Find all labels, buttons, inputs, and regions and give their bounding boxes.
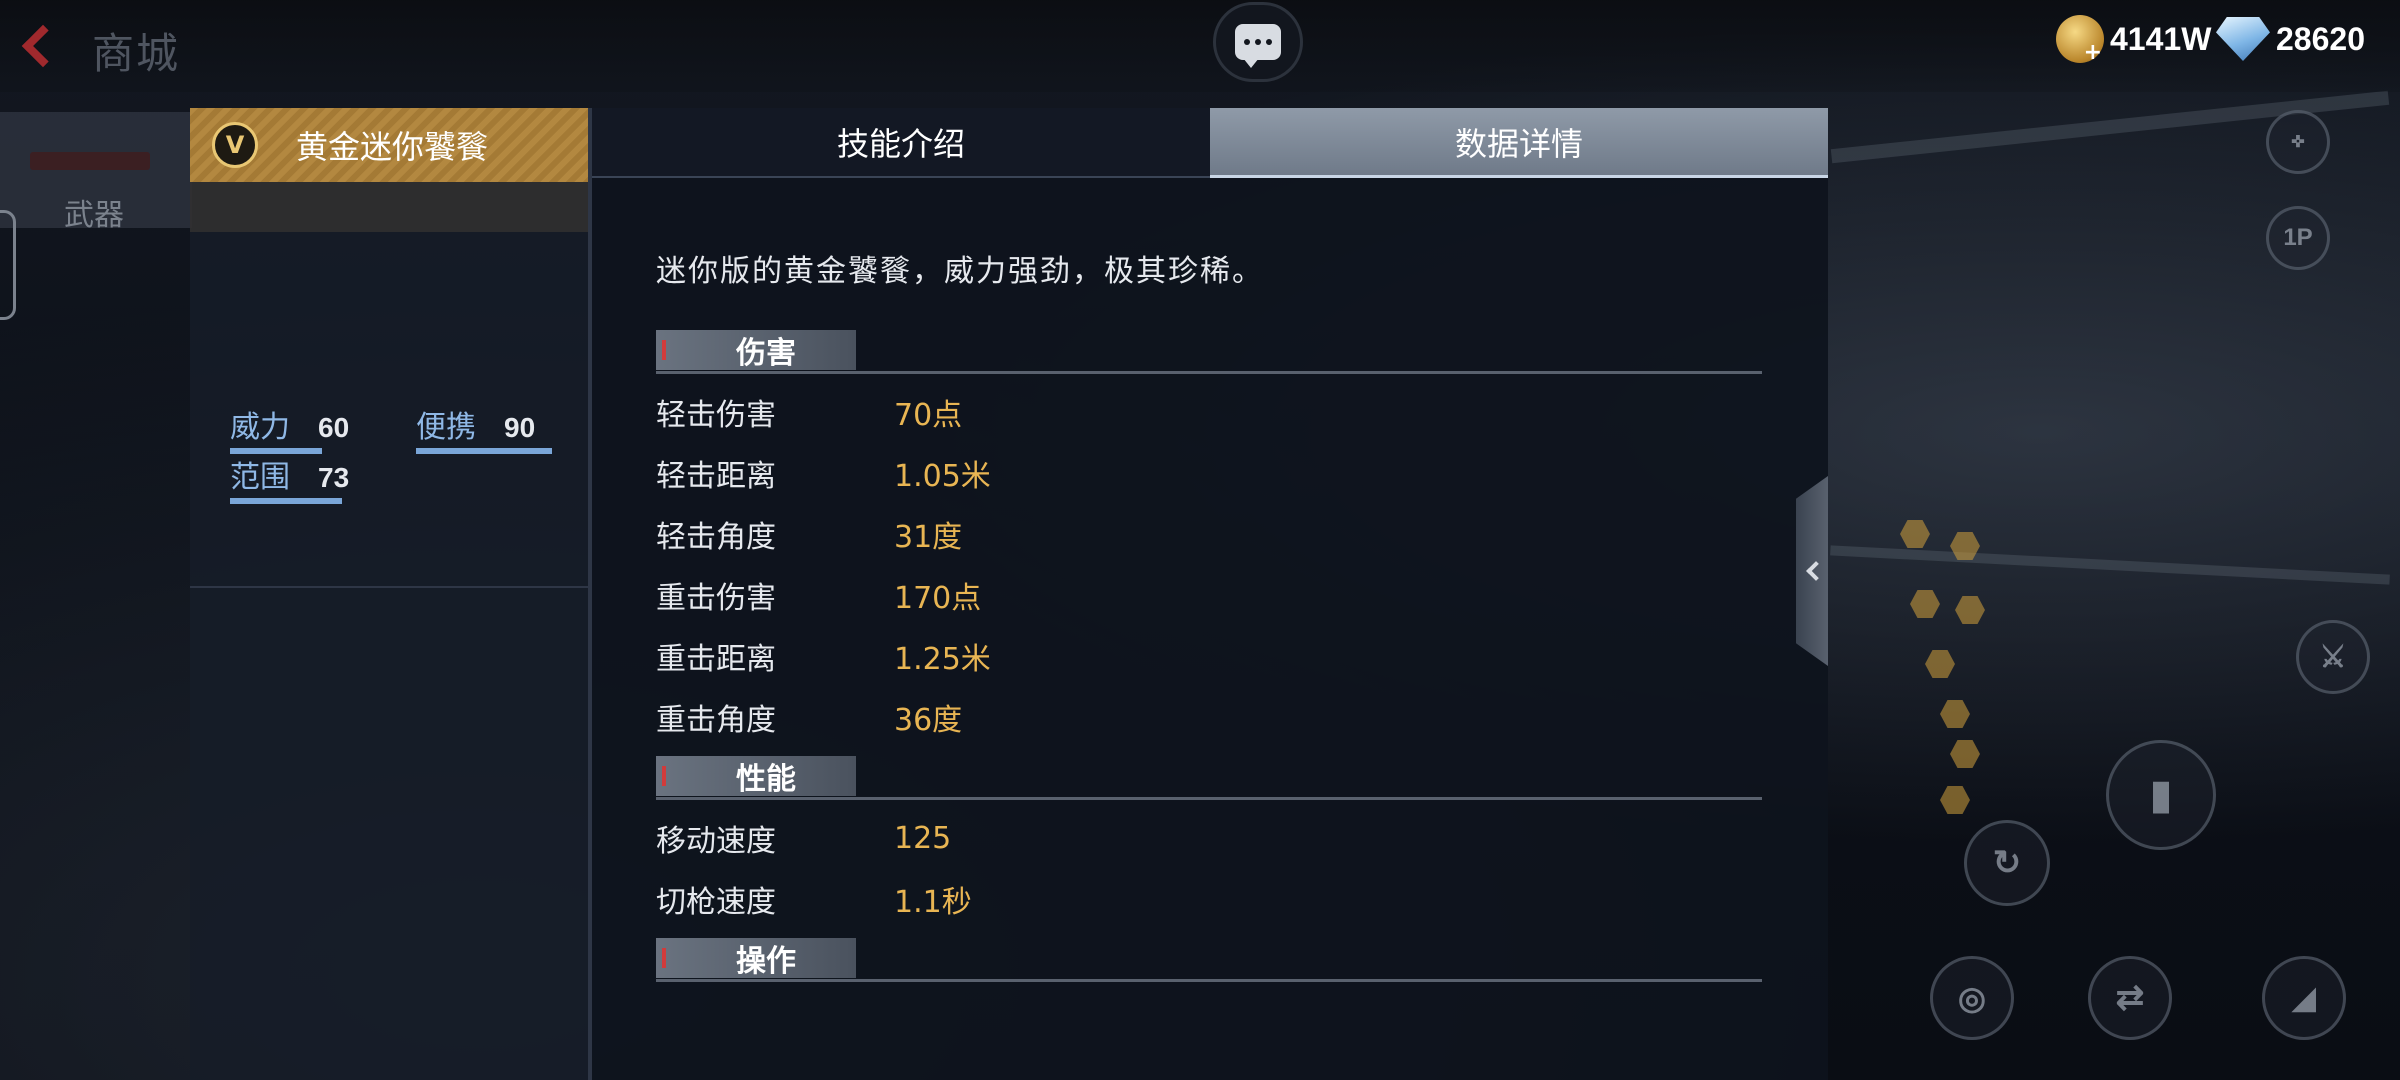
section-tag: 伤害	[656, 330, 856, 371]
weapon-name: 黄金迷你饕餮	[296, 128, 489, 166]
background-decoration	[1830, 545, 2390, 585]
weapon-header-strip	[190, 182, 588, 232]
row-label: 重击伤害	[656, 581, 776, 616]
weapon-stats: 威力 60 便携 90 范围 73	[190, 232, 588, 588]
row-value: 1.1秒	[894, 885, 972, 920]
row-value: 170点	[894, 581, 982, 616]
section-tag: 操作	[656, 938, 856, 979]
stat-value: 60	[318, 412, 350, 443]
stat-value: 90	[504, 412, 536, 443]
stat-label: 范围	[230, 460, 290, 495]
data-row: 移动速度 125	[656, 816, 951, 860]
section-tag: 性能	[656, 756, 856, 797]
row-value: 1.05米	[894, 459, 991, 494]
diamond-amount: 28620	[2276, 20, 2365, 57]
detail-tabs: 技能介绍 数据详情	[592, 108, 1828, 178]
page-title: 商城	[92, 29, 181, 78]
row-label: 切枪速度	[656, 885, 776, 920]
row-label: 轻击角度	[656, 520, 776, 555]
chat-button[interactable]	[1213, 2, 1303, 82]
top-bar: 商城 4141W 28620	[0, 0, 2400, 92]
weapon-description: 迷你版的黄金饕餮，威力强劲，极其珍稀。	[656, 254, 1264, 289]
weapon-summary-panel: V 黄金迷你饕餮 威力 60 便携 90 范围 73	[190, 108, 590, 1080]
data-row: 重击角度 36度	[656, 695, 962, 739]
back-button[interactable]	[6, 18, 66, 74]
row-value: 70点	[894, 398, 963, 433]
gun-icon	[30, 152, 150, 170]
gold-amount: 4141W	[2110, 20, 2212, 57]
gamepad-icon[interactable]: ✜	[2266, 110, 2330, 174]
sidebar-item-weapon[interactable]: 武器	[0, 112, 192, 233]
chat-icon	[1235, 24, 1281, 68]
section-title: 操作	[736, 944, 796, 979]
gold-currency[interactable]: 4141W	[2056, 14, 2212, 65]
reload-icon[interactable]: ↻	[1964, 820, 2050, 906]
data-row: 切枪速度 1.1秒	[656, 877, 972, 921]
weapon-detail-panel: 技能介绍 数据详情 迷你版的黄金饕餮，威力强劲，极其珍稀。 伤害 轻击伤害 70…	[590, 108, 1828, 1080]
section-damage: 伤害	[656, 330, 1762, 374]
row-label: 重击距离	[656, 642, 776, 677]
stat-value: 73	[318, 462, 350, 493]
diamond-icon	[2216, 17, 2270, 61]
section-title: 伤害	[736, 336, 796, 371]
stat-label: 威力	[230, 410, 290, 445]
chevron-left-icon	[1806, 561, 1826, 581]
stat-label: 便携	[416, 410, 476, 445]
row-label: 移动速度	[656, 824, 776, 859]
ammo-icon[interactable]: ▮	[2106, 740, 2216, 850]
collapse-panel-button[interactable]	[1796, 476, 1828, 666]
row-value: 125	[894, 820, 952, 856]
data-row: 轻击距离 1.05米	[656, 451, 991, 495]
data-row: 轻击角度 31度	[656, 512, 962, 556]
stat-bar	[416, 448, 552, 454]
tab-skill-intro[interactable]: 技能介绍	[592, 108, 1210, 178]
stat-power: 威力 60	[230, 402, 350, 454]
melee-icon[interactable]: ⚔	[2296, 620, 2370, 694]
row-label: 重击角度	[656, 703, 776, 738]
section-title: 性能	[736, 762, 796, 797]
grenade-icon[interactable]: ◎	[1930, 956, 2014, 1040]
data-row: 重击距离 1.25米	[656, 634, 991, 678]
data-row: 轻击伤害 70点	[656, 390, 962, 434]
row-value: 36度	[894, 703, 963, 738]
tab-data-details[interactable]: 数据详情	[1210, 108, 1828, 178]
gold-coin-icon	[2056, 15, 2104, 65]
side-drawer-handle[interactable]	[0, 210, 16, 320]
row-value: 31度	[894, 520, 963, 555]
switch-weapon-icon[interactable]: ⇄	[2088, 956, 2172, 1040]
stat-bar	[230, 498, 342, 504]
view-toggle-button[interactable]: 1P	[2266, 206, 2330, 270]
row-label: 轻击伤害	[656, 398, 776, 433]
sidebar-item-label: 武器	[64, 198, 124, 233]
row-label: 轻击距离	[656, 459, 776, 494]
stat-portability: 便携 90	[416, 402, 552, 454]
section-performance: 性能	[656, 756, 1762, 800]
data-row: 重击伤害 170点	[656, 573, 981, 617]
crouch-icon[interactable]: ◢	[2262, 956, 2346, 1040]
row-value: 1.25米	[894, 642, 991, 677]
diamond-currency[interactable]: 28620	[2216, 14, 2365, 64]
chevron-left-icon	[21, 24, 65, 68]
stat-range: 范围 73	[230, 452, 350, 504]
section-controls: 操作	[656, 938, 1762, 982]
weapon-header: V 黄金迷你饕餮	[190, 108, 588, 182]
vip-badge-icon: V	[212, 122, 258, 168]
